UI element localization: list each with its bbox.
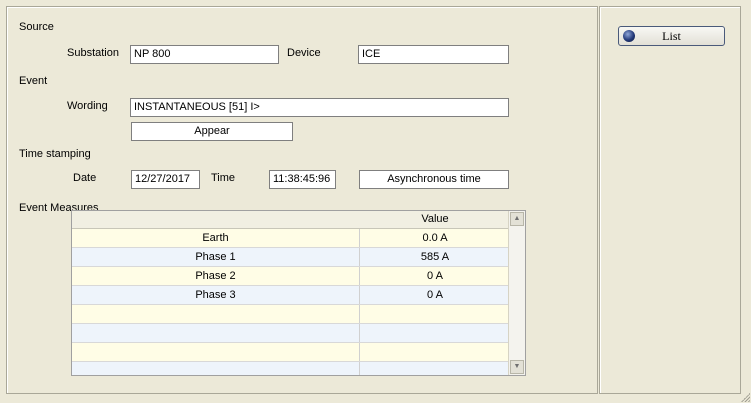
measure-value-cell	[360, 324, 510, 342]
measure-value-cell: 0 A	[427, 270, 443, 282]
table-row[interactable]: Phase 2 0 A	[72, 267, 510, 286]
wording-field[interactable]: INSTANTANEOUS [51] I>	[130, 98, 509, 117]
measure-name-cell: Phase 2	[72, 267, 360, 285]
resize-grip-icon[interactable]	[740, 392, 750, 402]
list-button[interactable]: List	[618, 26, 725, 46]
table-row[interactable]	[72, 362, 510, 375]
measure-name-cell	[72, 343, 360, 361]
time-field[interactable]: 11:38:45:96	[269, 170, 336, 189]
column-header-value[interactable]: Value	[360, 211, 510, 228]
date-label: Date	[73, 172, 97, 184]
actions-panel	[599, 6, 741, 394]
column-header-name[interactable]	[72, 211, 359, 228]
time-label: Time	[211, 172, 236, 184]
table-row[interactable]	[72, 343, 510, 362]
measure-value-cell	[360, 362, 510, 375]
table-row[interactable]: Phase 3 0 A	[72, 286, 510, 305]
date-field[interactable]: 12/27/2017	[131, 170, 200, 189]
table-row[interactable]: Phase 1 585 A	[72, 248, 510, 267]
measure-name-cell	[72, 362, 360, 375]
arrow-up-icon[interactable]: ▲	[510, 212, 524, 226]
table-vertical-scrollbar[interactable]: ▲ ▼	[508, 211, 525, 375]
measure-name-cell	[72, 305, 360, 323]
substation-field[interactable]: NP 800	[130, 45, 279, 64]
device-label: Device	[287, 47, 321, 59]
time-sync-field[interactable]: Asynchronous time	[359, 170, 509, 189]
globe-icon	[623, 30, 635, 42]
arrow-down-icon[interactable]: ▼	[510, 360, 524, 374]
list-button-label: List	[662, 29, 681, 43]
table-row[interactable]	[72, 305, 510, 324]
table-row[interactable]	[72, 324, 510, 343]
measure-name-cell	[72, 324, 360, 342]
device-field[interactable]: ICE	[358, 45, 509, 64]
measure-value-cell: 585 A	[420, 251, 450, 263]
substation-label: Substation	[67, 47, 119, 59]
event-measures-table[interactable]: Value Earth 0.0 A Phase 1 585 A Phase 2 …	[71, 210, 526, 376]
measure-value-cell	[360, 343, 510, 361]
measure-name-cell: Phase 1	[72, 248, 360, 266]
time-stamping-section-title: Time stamping	[19, 148, 91, 160]
measure-value-cell	[360, 305, 510, 323]
table-header: Value	[72, 211, 510, 229]
table-row[interactable]: Earth 0.0 A	[72, 229, 510, 248]
event-section-title: Event	[19, 75, 48, 87]
source-section-title: Source	[19, 21, 54, 33]
wording-label: Wording	[67, 100, 108, 112]
measure-value-cell: 0 A	[427, 289, 443, 301]
measure-name-cell: Phase 3	[72, 286, 360, 304]
measure-value-cell: 0.0 A	[422, 232, 448, 244]
event-state-field[interactable]: Appear	[131, 122, 293, 141]
measure-name-cell: Earth	[72, 229, 360, 247]
